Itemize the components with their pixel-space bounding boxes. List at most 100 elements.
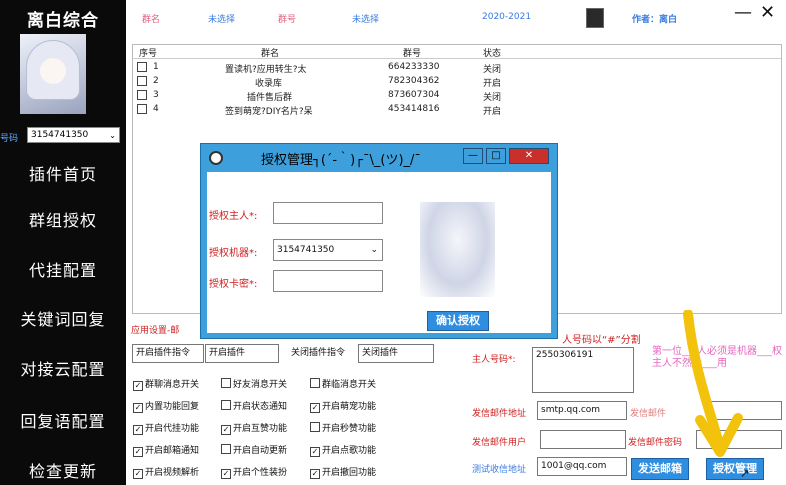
checkbox-auto-update[interactable]: 开启自动更新 <box>221 443 287 456</box>
row-checkbox[interactable] <box>137 90 147 100</box>
checkbox-song[interactable]: ✓ 开启点歌功能 <box>310 443 376 457</box>
close-cmd-label: 关闭插件指令 <box>287 344 357 363</box>
auth-robot-label: 授权机器*: <box>209 248 258 259</box>
checkbox-temp-msg[interactable]: 群临消息开关 <box>310 377 376 390</box>
header-name: 群名 <box>261 49 280 59</box>
auth-card-input[interactable] <box>273 270 383 292</box>
row-status: 关闭 <box>483 93 502 103</box>
row-checkbox[interactable] <box>137 62 147 72</box>
dialog-body: 授权主人*: 授权机器*: 3154741350 ⌄ 授权卡密*: 确认授权 <box>207 172 551 333</box>
nav-keyword-reply[interactable]: 关键词回复 <box>0 306 126 330</box>
owner-hint: 人号码以“#”分割 <box>562 335 641 346</box>
send-mail-button[interactable]: 发送邮箱 <box>631 458 689 480</box>
owner-input[interactable]: 2550306191 <box>532 347 634 393</box>
row-id: 873607304 <box>388 90 440 100</box>
row-name: 签到萌宠?DIY名片?呆 <box>225 107 313 117</box>
account-select[interactable]: 3154741350 ⌄ <box>27 127 120 143</box>
smtp-label: 发信邮件地址 <box>472 409 527 419</box>
header-id: 群号 <box>403 49 422 59</box>
nav-cloud-config[interactable]: 对接云配置 <box>0 356 126 380</box>
auth-manage-button[interactable]: 授权管理 <box>706 458 764 480</box>
author-avatar <box>586 8 604 28</box>
checkbox-video-parse[interactable]: ✓ 开启视频解析 <box>133 465 199 479</box>
checkbox-pet[interactable]: ✓ 开启萌宠功能 <box>310 399 376 413</box>
close-button[interactable]: ✕ <box>760 2 775 23</box>
dialog-close-button[interactable]: ✕ <box>509 148 549 164</box>
checkbox-recall[interactable]: ✓ 开启撤回功能 <box>310 465 376 479</box>
checkbox-mail-notify[interactable]: ✓ 开启邮箱通知 <box>133 443 199 457</box>
open-cmd-label: 开启插件指令 <box>132 344 204 363</box>
row-status: 开启 <box>483 79 502 89</box>
auth-dialog: 授权管理┐(´-｀)┌¯\_(ツ)_/¯ — □ ✕ 授权主人*: 授权机器*:… <box>200 143 558 339</box>
user-input[interactable] <box>540 430 626 449</box>
checkbox-builtin-reply[interactable]: ✓ 内置功能回复 <box>133 399 199 413</box>
auth-card-label: 授权卡密*: <box>209 279 258 290</box>
table-row[interactable]: 2 收录库 782304362 开启 <box>133 75 781 89</box>
row-index: 4 <box>153 104 159 114</box>
app-title: 离白综合 <box>27 11 99 31</box>
sender-label: 发信邮件 <box>630 409 667 419</box>
nav-proxy-config[interactable]: 代挂配置 <box>0 257 126 281</box>
dialog-title: 授权管理┐(´-｀)┌¯\_(ツ)_/¯ <box>261 153 421 168</box>
checkbox-instant-like[interactable]: 开启秒赞功能 <box>310 421 376 434</box>
checkbox-dressup[interactable]: ✓ 开启个性装扮 <box>221 465 287 479</box>
row-status: 关闭 <box>483 65 502 75</box>
auth-robot-value: 3154741350 <box>277 245 335 255</box>
nav-reply-config[interactable]: 回复语配置 <box>0 408 126 432</box>
table-row[interactable]: 4 签到萌宠?DIY名片?呆 453414816 开启 <box>133 103 781 117</box>
row-index: 1 <box>153 62 159 72</box>
penguin-icon <box>209 151 223 165</box>
group-name-label: 群名 <box>142 15 161 25</box>
auth-robot-select[interactable]: 3154741350 ⌄ <box>273 239 383 261</box>
row-id: 453414816 <box>388 104 440 114</box>
open-cmd-input[interactable]: 开启插件 <box>205 344 279 363</box>
year-label: 2020-2021 <box>482 12 532 22</box>
row-id: 782304362 <box>388 76 440 86</box>
checkbox-proxy[interactable]: ✓ 开启代挂功能 <box>133 421 199 435</box>
table-row[interactable]: 3 插件售后群 873607304 关闭 <box>133 89 781 103</box>
nav-check-update[interactable]: 检查更新 <box>0 458 126 482</box>
group-id-value: 未选择 <box>352 15 380 25</box>
account-value: 3154741350 <box>31 130 89 140</box>
top-bar: 群名 未选择 群号 未选择 2020-2021 作者：离白 — ✕ <box>126 0 786 40</box>
smtp-input[interactable]: smtp.qq.com <box>537 401 627 420</box>
row-checkbox[interactable] <box>137 104 147 114</box>
checkbox-status-notify[interactable]: 开启状态通知 <box>221 399 287 412</box>
test-label: 测试收信地址 <box>472 465 527 475</box>
chevron-down-icon: ⌄ <box>109 131 116 140</box>
dialog-minimize-button[interactable]: — <box>463 148 483 164</box>
header-status: 状态 <box>483 49 502 59</box>
nav-group-auth[interactable]: 群组授权 <box>0 207 126 231</box>
table-row[interactable]: 1 置读机?应用转生?太 664233330 关闭 <box>133 61 781 75</box>
group-id-label: 群号 <box>278 15 297 25</box>
settings-section-label: 应用设置-邮 <box>131 326 180 336</box>
auth-owner-input[interactable] <box>273 202 383 224</box>
confirm-auth-button[interactable]: 确认授权 <box>427 311 489 331</box>
header-index: 序号 <box>139 49 158 59</box>
password-label: 发信邮件密码 <box>628 438 683 448</box>
user-label: 发信邮件用户 <box>472 438 527 448</box>
arrow-annotation-icon <box>683 310 743 457</box>
checkbox-mutual-like[interactable]: ✓ 开启互赞功能 <box>221 421 287 435</box>
row-status: 开启 <box>483 107 502 117</box>
minimize-button[interactable]: — <box>734 2 752 23</box>
row-name: 插件售后群 <box>247 93 293 103</box>
row-checkbox[interactable] <box>137 76 147 86</box>
account-label: 号码 <box>0 134 19 144</box>
row-index: 2 <box>153 76 159 86</box>
table-header: 序号 群名 群号 状态 <box>133 45 781 59</box>
author-label: 作者：离白 <box>632 15 678 25</box>
nav-plugin-home[interactable]: 插件首页 <box>0 161 126 185</box>
row-id: 664233330 <box>388 62 440 72</box>
test-input[interactable]: 1001@qq.com <box>537 457 627 476</box>
group-name-value: 未选择 <box>208 15 236 25</box>
cursor-icon: ➚ <box>740 466 751 480</box>
dialog-maximize-button[interactable]: □ <box>486 148 506 164</box>
auth-owner-label: 授权主人*: <box>209 211 258 222</box>
checkbox-group-msg[interactable]: ✓ 群聊消息开关 <box>133 377 199 391</box>
checkbox-friend-msg[interactable]: 好友消息开关 <box>221 377 287 390</box>
chevron-down-icon: ⌄ <box>370 245 378 255</box>
close-cmd-input[interactable]: 关闭插件 <box>358 344 434 363</box>
sidebar: 离白综合 号码 3154741350 ⌄ 插件首页 群组授权 代挂配置 关键词回复… <box>0 0 126 485</box>
owner-label: 主人号码*: <box>472 355 516 365</box>
